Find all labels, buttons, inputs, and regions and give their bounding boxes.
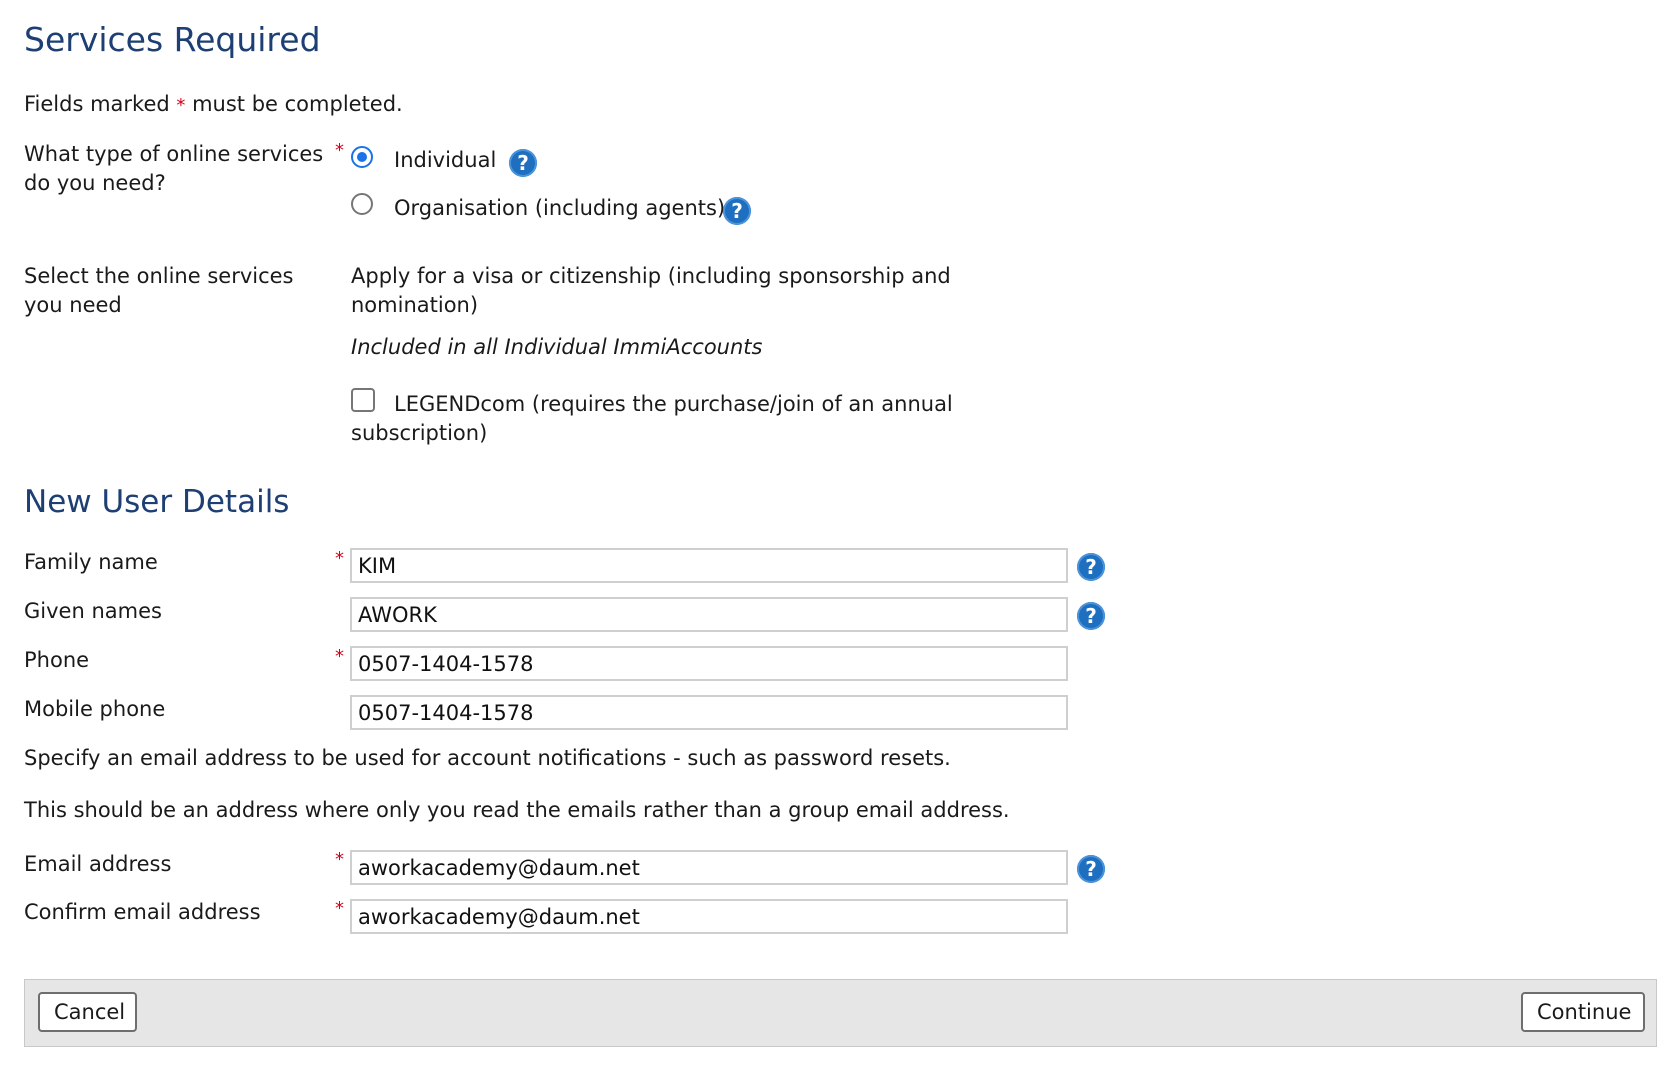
- service-type-label: What type of online services do you need…: [24, 142, 324, 195]
- required-fields-note: Fields marked * must be completed.: [24, 90, 403, 120]
- confirm-email-input[interactable]: [350, 899, 1068, 934]
- confirm-email-label: Confirm email address: [24, 900, 261, 924]
- family-name-help-icon[interactable]: ?: [1077, 553, 1105, 581]
- email-label: Email address: [24, 852, 172, 876]
- mobile-phone-input[interactable]: [350, 695, 1068, 730]
- organisation-help-icon[interactable]: ?: [723, 197, 751, 225]
- visa-service-text: Apply for a visa or citizenship (includi…: [351, 264, 951, 317]
- service-type-required-marker: *: [335, 140, 344, 161]
- required-note-after: must be completed.: [192, 92, 403, 116]
- organisation-radio-label: Organisation (including agents): [394, 196, 726, 220]
- family-name-input[interactable]: [350, 548, 1068, 583]
- included-note: Included in all Individual ImmiAccounts: [351, 335, 763, 359]
- given-names-input[interactable]: [350, 597, 1068, 632]
- individual-radio[interactable]: [351, 146, 373, 168]
- family-name-required-marker: *: [335, 548, 344, 569]
- email-note-personal-address: This should be an address where only you…: [24, 798, 1010, 822]
- given-names-help-icon[interactable]: ?: [1077, 602, 1105, 630]
- individual-radio-label: Individual: [394, 148, 497, 172]
- email-note-notifications: Specify an email address to be used for …: [24, 746, 951, 770]
- mobile-phone-label: Mobile phone: [24, 697, 166, 721]
- form-footer: [24, 979, 1657, 1047]
- services-heading: Services Required: [24, 20, 321, 59]
- phone-label: Phone: [24, 648, 90, 672]
- continue-button[interactable]: Continue: [1521, 992, 1645, 1032]
- phone-required-marker: *: [335, 646, 344, 667]
- legendcom-label: LEGENDcom (requires the purchase/join of…: [351, 392, 953, 445]
- email-input[interactable]: [350, 850, 1068, 885]
- required-note-before: Fields marked: [24, 92, 170, 116]
- email-help-icon[interactable]: ?: [1077, 855, 1105, 883]
- required-marker: *: [176, 95, 186, 116]
- family-name-label: Family name: [24, 550, 158, 574]
- individual-help-icon[interactable]: ?: [509, 149, 537, 177]
- phone-input[interactable]: [350, 646, 1068, 681]
- cancel-button[interactable]: Cancel: [38, 992, 137, 1032]
- organisation-radio[interactable]: [351, 193, 373, 215]
- select-services-label: Select the online services you need: [24, 264, 294, 317]
- confirm-email-required-marker: *: [335, 898, 344, 919]
- email-required-marker: *: [335, 849, 344, 870]
- user-details-heading: New User Details: [24, 484, 290, 520]
- given-names-label: Given names: [24, 599, 162, 623]
